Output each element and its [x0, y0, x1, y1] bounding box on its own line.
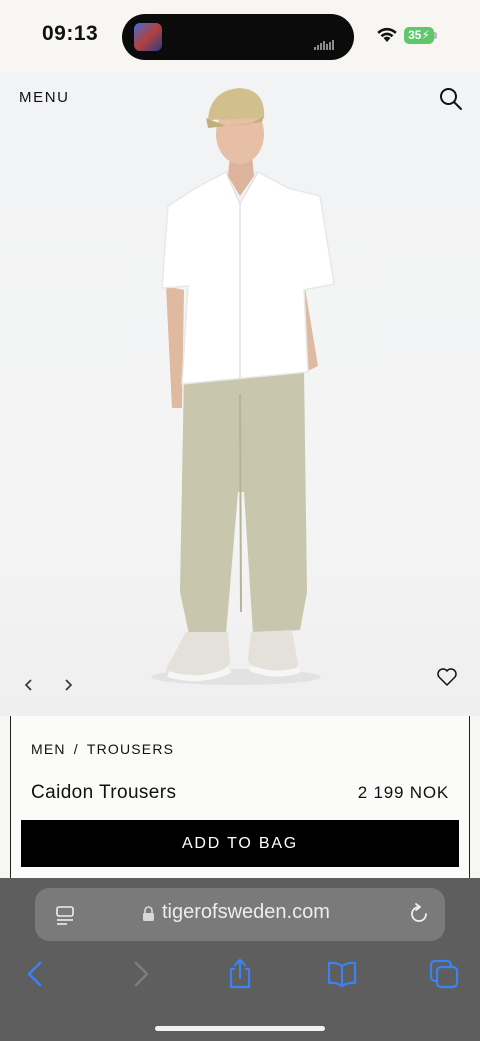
lock-icon — [143, 906, 154, 921]
tabs-icon[interactable] — [428, 958, 460, 990]
home-indicator[interactable] — [155, 1026, 325, 1031]
status-time: 09:13 — [42, 22, 99, 45]
dynamic-island[interactable] — [122, 14, 354, 60]
audio-waveform-icon — [314, 32, 340, 50]
breadcrumb-trousers[interactable]: TROUSERS — [87, 741, 174, 757]
battery-level: 35 — [408, 28, 422, 42]
now-playing-artwork — [134, 23, 162, 51]
share-icon[interactable] — [224, 958, 256, 990]
wifi-icon — [377, 27, 397, 42]
forward-icon[interactable] — [124, 958, 156, 990]
battery-icon: 35⚡ — [404, 27, 434, 44]
heart-icon[interactable] — [436, 666, 458, 688]
product-image-gallery[interactable]: MENU — [0, 72, 480, 716]
chevron-left-icon[interactable] — [20, 675, 38, 695]
address-bar[interactable]: tigerofsweden.com — [35, 888, 445, 941]
chevron-right-icon[interactable] — [60, 675, 78, 695]
menu-button[interactable]: MENU — [19, 89, 70, 106]
product-photo-model — [151, 88, 335, 685]
url-text[interactable]: tigerofsweden.com — [162, 901, 330, 924]
page-menu-icon[interactable] — [53, 904, 77, 926]
add-to-bag-button[interactable]: ADD TO BAG — [21, 820, 459, 867]
status-bar: 09:13 35⚡ — [0, 0, 480, 72]
breadcrumb: MEN / TROUSERS — [31, 741, 174, 757]
bookmarks-icon[interactable] — [326, 958, 358, 990]
breadcrumb-men[interactable]: MEN — [31, 741, 66, 757]
browser-toolbar: tigerofsweden.com — [0, 878, 480, 1041]
reload-icon[interactable] — [407, 902, 431, 926]
product-info-panel: MEN / TROUSERS Caidon Trousers 2 199 NOK A… — [10, 716, 470, 878]
breadcrumb-separator: / — [73, 741, 79, 757]
back-icon[interactable] — [20, 958, 52, 990]
battery-cap — [434, 32, 437, 39]
product-name: Caidon Trousers — [31, 782, 177, 803]
search-icon[interactable] — [438, 86, 464, 112]
product-price: 2 199 NOK — [357, 783, 449, 802]
